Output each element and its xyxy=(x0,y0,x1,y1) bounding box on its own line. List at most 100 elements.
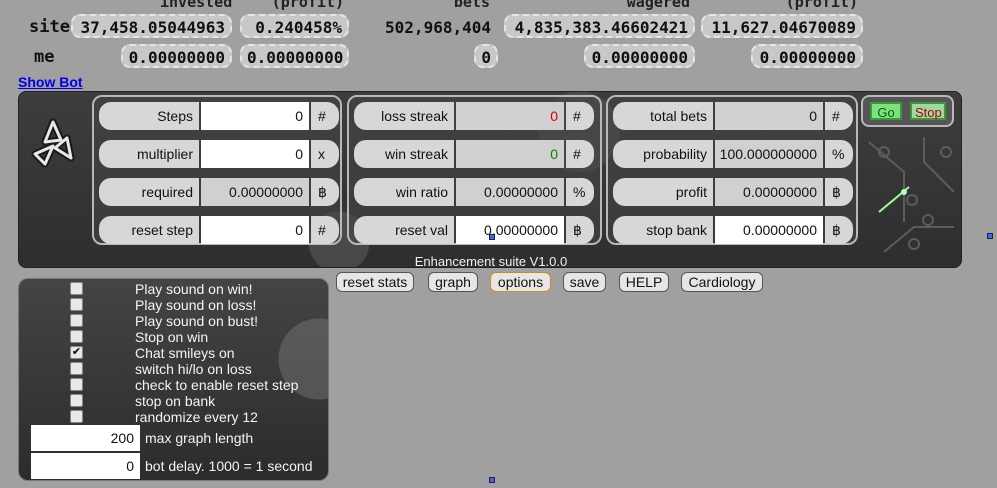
checkbox-chat-smileys[interactable]: ✔ xyxy=(70,346,83,359)
win-streak-field: win streak 0 # xyxy=(354,140,599,168)
required-value: 0.00000000 xyxy=(201,178,309,206)
me-row-label: me xyxy=(34,47,55,67)
win-streak-unit: # xyxy=(566,140,594,168)
option-chat-smileys-label: Chat smileys on xyxy=(135,345,235,361)
stop-bank-unit: ฿ xyxy=(825,216,853,244)
stop-bank-label: stop bank xyxy=(613,216,713,244)
checkbox-sound-loss[interactable] xyxy=(70,298,83,311)
profit-field: profit 0.00000000 ฿ xyxy=(613,178,855,206)
win-ratio-unit: % xyxy=(566,178,594,206)
option-randomize-label: randomize every 12 xyxy=(135,409,258,425)
options-button[interactable]: options xyxy=(490,272,551,292)
steps-input[interactable]: 0 xyxy=(201,102,309,130)
total-bets-field: total bets 0 # xyxy=(613,102,855,130)
version-label: Enhancement suite V1.0.0 xyxy=(414,254,568,269)
option-stop-on-bank-label: stop on bank xyxy=(135,393,216,409)
probability-field: probability 100.000000000 % xyxy=(613,140,855,168)
multiplier-input[interactable]: 0 xyxy=(201,140,309,168)
required-field: required 0.00000000 ฿ xyxy=(99,178,339,206)
profit-label: profit xyxy=(613,178,713,206)
header-profit: (profit) xyxy=(271,0,344,11)
me-invested: 0.00000000 xyxy=(121,44,232,68)
site-invested: 37,458.05044963 xyxy=(71,14,232,38)
circuit-decoration xyxy=(868,137,955,253)
reset-step-unit: # xyxy=(311,216,339,244)
cardiology-button[interactable]: Cardiology xyxy=(681,272,763,292)
profit-unit: ฿ xyxy=(825,178,853,206)
show-bot-link[interactable]: Show Bot xyxy=(18,74,83,90)
option-sound-win-label: Play sound on win! xyxy=(135,281,253,297)
save-button[interactable]: save xyxy=(563,272,606,292)
reset-val-input[interactable]: 0.00000000 xyxy=(456,216,564,244)
checkbox-stop-on-bank[interactable] xyxy=(70,394,83,407)
reset-val-field: reset val 0.00000000 ฿ xyxy=(354,216,599,244)
reset-step-field: reset step 0 # xyxy=(99,216,339,244)
probability-unit: % xyxy=(825,140,853,168)
checkbox-randomize[interactable] xyxy=(70,410,83,423)
settings-group: Steps 0 # multiplier 0 x required 0.0000… xyxy=(92,95,342,245)
steps-label: Steps xyxy=(99,102,199,130)
win-ratio-value: 0.00000000 xyxy=(456,178,564,206)
steps-field: Steps 0 # xyxy=(99,102,339,130)
multiplier-label: multiplier xyxy=(99,140,199,168)
reset-step-label: reset step xyxy=(99,216,199,244)
win-streak-value: 0 xyxy=(456,140,564,168)
option-sound-loss-label: Play sound on loss! xyxy=(135,297,257,313)
stop-bank-field: stop bank 0.00000000 ฿ xyxy=(613,216,855,244)
max-graph-length-label: max graph length xyxy=(145,430,254,446)
header-invested: invested xyxy=(160,0,233,11)
loss-streak-unit: # xyxy=(566,102,594,130)
profit-value: 0.00000000 xyxy=(715,178,823,206)
go-button[interactable]: Go xyxy=(870,102,902,120)
max-graph-length-input[interactable]: 200 xyxy=(31,425,140,451)
streak-group: loss streak 0 # win streak 0 # win ratio… xyxy=(347,95,602,245)
site-bets: 502,968,404 xyxy=(385,18,491,37)
total-bets-label: total bets xyxy=(613,102,713,130)
option-switch-hilo-label: switch hi/lo on loss xyxy=(135,361,252,377)
option-enable-reset-step-label: check to enable reset step xyxy=(135,377,299,393)
stop-button[interactable]: Stop xyxy=(910,102,946,120)
help-button[interactable]: HELP xyxy=(619,272,669,292)
checkbox-sound-win[interactable] xyxy=(70,282,83,295)
reset-val-unit: ฿ xyxy=(566,216,594,244)
totals-group: total bets 0 # probability 100.000000000… xyxy=(606,95,858,245)
checkbox-switch-hilo[interactable] xyxy=(70,362,83,375)
checkbox-stop-on-win[interactable] xyxy=(70,330,83,343)
resize-handle[interactable] xyxy=(489,234,495,240)
required-unit: ฿ xyxy=(311,178,339,206)
bot-delay-label: bot delay. 1000 = 1 second xyxy=(145,458,313,474)
total-bets-unit: # xyxy=(825,102,853,130)
site-row-label: site xyxy=(29,17,70,37)
steps-unit: # xyxy=(311,102,339,130)
loss-streak-value: 0 xyxy=(456,102,564,130)
resize-handle[interactable] xyxy=(489,477,495,483)
header-wagered: wagered xyxy=(626,0,690,11)
site-wagered: 4,835,383.46602421 xyxy=(504,14,695,38)
option-sound-bust-label: Play sound on bust! xyxy=(135,313,258,329)
logo-icon xyxy=(25,114,81,174)
site-profit: 0.240458% xyxy=(240,14,349,38)
resize-handle[interactable] xyxy=(987,233,993,239)
win-ratio-label: win ratio xyxy=(354,178,454,206)
me-wagered-profit: 0.00000000 xyxy=(751,44,863,68)
reset-step-input[interactable]: 0 xyxy=(201,216,309,244)
reset-stats-button[interactable]: reset stats xyxy=(336,272,414,292)
bot-delay-input[interactable]: 0 xyxy=(31,453,140,479)
probability-value: 100.000000000 xyxy=(715,140,823,168)
graph-button[interactable]: graph xyxy=(428,272,478,292)
stop-bank-input[interactable]: 0.00000000 xyxy=(715,216,823,244)
win-streak-label: win streak xyxy=(354,140,454,168)
me-wagered: 0.00000000 xyxy=(584,44,695,68)
multiplier-unit: x xyxy=(311,140,339,168)
site-wagered-profit: 11,627.04670089 xyxy=(701,14,863,38)
bot-controls: Go Stop xyxy=(861,95,954,127)
bot-panel: Steps 0 # multiplier 0 x required 0.0000… xyxy=(18,91,962,269)
total-bets-value: 0 xyxy=(715,102,823,130)
multiplier-field: multiplier 0 x xyxy=(99,140,339,168)
options-panel: Play sound on win! Play sound on loss! P… xyxy=(18,278,329,481)
me-bets: 0 xyxy=(474,44,498,68)
option-stop-on-win-label: Stop on win xyxy=(135,329,209,345)
checkbox-enable-reset-step[interactable] xyxy=(70,378,83,391)
header-bets: bets xyxy=(453,0,490,11)
checkbox-sound-bust[interactable] xyxy=(70,314,83,327)
